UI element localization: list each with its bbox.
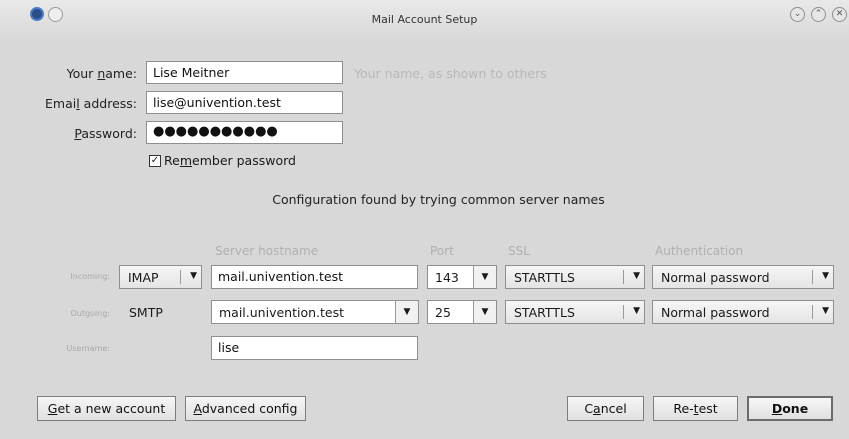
outgoing-auth-select[interactable]: Normal password ▼ xyxy=(652,300,834,324)
chevron-down-icon: ▼ xyxy=(633,306,640,316)
chevron-down-icon: ▼ xyxy=(822,306,829,316)
chevron-down-icon: ▼ xyxy=(190,271,197,281)
status-message: Configuration found by trying common ser… xyxy=(272,192,605,207)
header-port: Port xyxy=(430,244,454,258)
chevron-down-icon: ▼ xyxy=(822,271,829,281)
chevron-down-icon[interactable]: ▼ xyxy=(473,301,496,323)
dialog-content: Your name: Lise Meitner Your name, as sh… xyxy=(0,38,849,439)
username-label: Username: xyxy=(66,344,110,353)
outgoing-label: Outgoing: xyxy=(70,309,110,318)
remember-password-checkbox[interactable]: ✓ xyxy=(149,155,161,167)
email-input[interactable]: lise@univention.test xyxy=(146,91,343,114)
incoming-ssl-select[interactable]: STARTTLS ▼ xyxy=(505,265,645,289)
maximize-icon[interactable]: ⌃ xyxy=(811,7,826,22)
get-new-account-button[interactable]: Get a new account xyxy=(37,396,176,421)
close-icon[interactable]: ✕ xyxy=(832,7,847,22)
retest-button[interactable]: Re-test xyxy=(653,396,738,421)
chevron-down-icon[interactable]: ▼ xyxy=(395,301,418,323)
minimize-icon[interactable]: ⌄ xyxy=(790,7,805,22)
advanced-config-button[interactable]: Advanced config xyxy=(185,396,306,421)
outgoing-protocol: SMTP xyxy=(129,305,163,320)
password-label: Password: xyxy=(74,126,137,141)
title-bar: Mail Account Setup ⌄ ⌃ ✕ xyxy=(0,0,849,39)
incoming-auth-select[interactable]: Normal password ▼ xyxy=(652,265,834,289)
chevron-down-icon[interactable]: ▼ xyxy=(473,266,496,288)
incoming-label: Incoming: xyxy=(70,272,110,281)
password-input[interactable]: ●●●●●●●●●●● xyxy=(146,121,343,144)
header-authentication: Authentication xyxy=(655,244,744,258)
username-input[interactable]: lise xyxy=(211,336,418,360)
header-hostname: Server hostname xyxy=(215,244,319,258)
mail-account-setup-window: Mail Account Setup ⌄ ⌃ ✕ Your name: Lise… xyxy=(0,0,849,439)
outgoing-hostname-combo[interactable]: mail.univention.test ▼ xyxy=(211,300,419,324)
remember-password-label[interactable]: Remember password xyxy=(164,153,296,168)
window-title: Mail Account Setup xyxy=(371,13,478,26)
cancel-button[interactable]: Cancel xyxy=(567,396,644,421)
name-input[interactable]: Lise Meitner xyxy=(146,61,343,84)
incoming-port-combo[interactable]: 143 ▼ xyxy=(427,265,497,289)
outgoing-ssl-select[interactable]: STARTTLS ▼ xyxy=(505,300,645,324)
outgoing-port-combo[interactable]: 25 ▼ xyxy=(427,300,497,324)
incoming-protocol-select[interactable]: IMAP ▼ xyxy=(119,265,202,289)
name-hint: Your name, as shown to others xyxy=(354,66,547,81)
name-label: Your name: xyxy=(66,66,137,81)
chevron-down-icon: ▼ xyxy=(633,271,640,281)
incoming-hostname-input[interactable]: mail.univention.test xyxy=(211,265,418,289)
done-button[interactable]: Done xyxy=(747,396,833,421)
email-label: Email address: xyxy=(45,96,137,111)
header-ssl: SSL xyxy=(508,244,530,258)
